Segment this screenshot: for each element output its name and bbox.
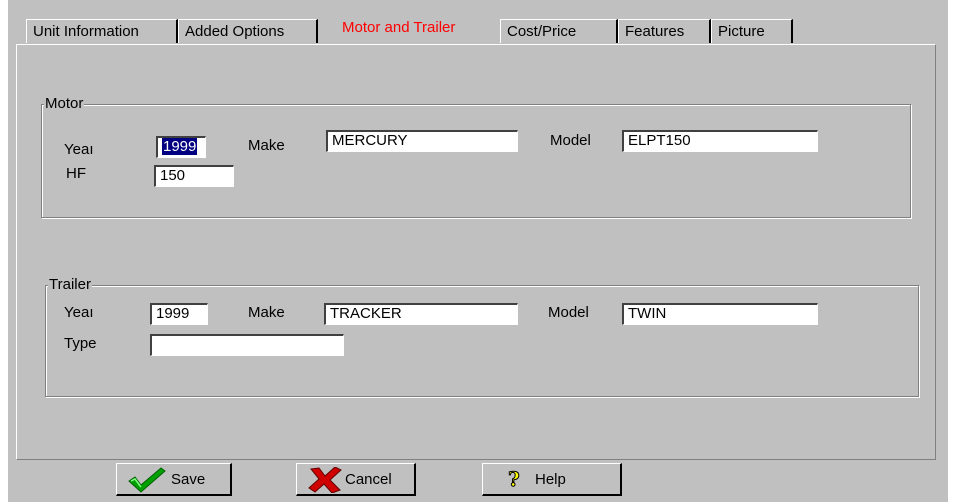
trailer-make-field[interactable]: TRACKER	[324, 303, 518, 325]
motor-year-label: Yeaı	[64, 141, 94, 158]
motor-year-field[interactable]: 1999	[156, 136, 206, 158]
motor-group: Motor Yeaı 1999 Make MERCURY Model ELPT1…	[41, 96, 911, 218]
motor-year-value: 1999	[162, 138, 198, 155]
motor-hp-field[interactable]: 150	[154, 165, 234, 187]
motor-legend: Motor	[44, 95, 85, 112]
motor-hp-label: HF	[66, 165, 86, 182]
tab-picture[interactable]: Picture	[711, 19, 793, 43]
trailer-type-field[interactable]	[150, 334, 344, 356]
trailer-year-label: Yeaı	[64, 304, 94, 321]
trailer-model-field[interactable]: TWIN	[622, 303, 818, 325]
save-button[interactable]: Save	[116, 463, 232, 496]
trailer-legend: Trailer	[48, 276, 92, 293]
tab-features[interactable]: Features	[618, 19, 711, 43]
cancel-label: Cancel	[345, 471, 392, 488]
motor-make-label: Make	[248, 137, 285, 154]
trailer-group: Trailer Yeaı 1999 Make TRACKER Model TWI…	[45, 277, 919, 397]
checkmark-icon	[127, 467, 167, 497]
trailer-make-label: Make	[248, 304, 285, 321]
help-label: Help	[535, 471, 566, 488]
save-label: Save	[171, 471, 206, 488]
tab-added-options[interactable]: Added Options	[178, 19, 318, 43]
red-x-icon	[307, 466, 343, 497]
svg-text:?: ?	[508, 468, 520, 491]
cancel-button[interactable]: Cancel	[296, 463, 416, 496]
motor-model-label: Model	[550, 132, 591, 149]
motor-make-field[interactable]: MERCURY	[326, 130, 518, 152]
trailer-type-label: Type	[64, 335, 97, 352]
motor-model-field[interactable]: ELPT150	[622, 130, 818, 152]
help-button[interactable]: ? Help	[482, 463, 622, 496]
tab-cost-price[interactable]: Cost/Price	[500, 19, 618, 43]
dialog-window: Unit Information Added Options Motor and…	[8, 0, 948, 502]
trailer-model-label: Model	[548, 304, 589, 321]
tab-panel: Motor Yeaı 1999 Make MERCURY Model ELPT1…	[16, 44, 936, 460]
question-mark-icon: ?	[507, 467, 523, 496]
tab-motor-and-trailer[interactable]: Motor and Trailer	[318, 16, 498, 43]
tab-unit-information[interactable]: Unit Information	[26, 19, 178, 43]
trailer-year-field[interactable]: 1999	[150, 303, 208, 325]
